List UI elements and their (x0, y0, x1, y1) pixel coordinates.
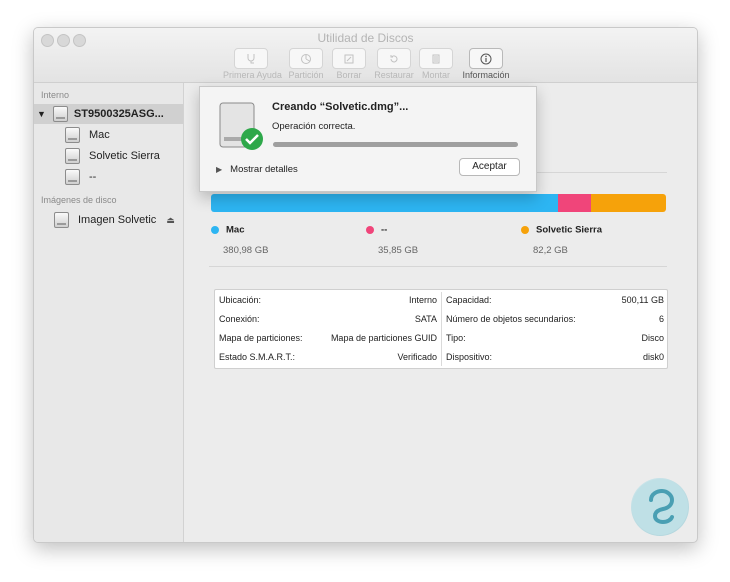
disclosure-triangle-icon[interactable]: ▶ (216, 165, 222, 174)
info-button[interactable]: Información (458, 48, 514, 80)
sidebar-section-internal: Interno (41, 90, 70, 100)
progress-sheet: Creando “Solvetic.dmg”... Operación corr… (199, 86, 537, 192)
title-bar: Utilidad de Discos Primera Ayuda Partici… (34, 28, 697, 83)
legend-item-mac: Mac 380,98 GB (211, 221, 268, 256)
info-label: Tipo: (446, 332, 466, 343)
info-label: Información (462, 70, 510, 80)
mount-label: Montar (421, 70, 450, 80)
info-row: Tipo: Disco (442, 328, 668, 347)
usage-bar (211, 194, 666, 212)
legend-item-solvetic-sierra: Solvetic Sierra 82,2 GB (521, 221, 602, 256)
progress-bar (273, 142, 518, 147)
volume-icon (65, 127, 80, 143)
eject-icon[interactable]: ⏏ (166, 215, 175, 226)
sidebar-item-disk-image[interactable]: Imagen Solvetic ⏏ (34, 210, 183, 230)
info-row: Capacidad: 500,11 GB (442, 290, 668, 309)
info-label: Conexión: (219, 313, 260, 324)
info-value: disk0 (642, 351, 664, 362)
info-value: Interno (408, 294, 437, 305)
first-aid-label: Primera Ayuda (223, 70, 282, 80)
sheet-title: Creando “Solvetic.dmg”... (272, 101, 409, 113)
sidebar-section-disk-images: Imágenes de disco (41, 195, 117, 205)
info-value: SATA (414, 313, 437, 324)
info-table: Ubicación: Interno Conexión: SATA Mapa de … (214, 289, 668, 369)
show-details-label: Mostrar detalles (230, 164, 298, 175)
info-value: Mapa de particiones GUID (330, 332, 437, 343)
info-label: Número de objetos secundarios: (446, 313, 576, 324)
legend-name: -- (381, 224, 388, 236)
sidebar-item-disk[interactable]: ▼ ST9500325ASG... (34, 104, 183, 124)
legend-size: 82,2 GB (533, 245, 568, 256)
info-value: 6 (658, 313, 664, 324)
disk-image-icon (54, 212, 69, 228)
sidebar-item-volume-mac[interactable]: Mac (34, 125, 183, 145)
info-label: Ubicación: (219, 294, 262, 305)
solvetic-logo (631, 478, 689, 536)
volume-label: Mac (89, 129, 110, 141)
disk-image-success-icon (219, 102, 263, 150)
sidebar-item-volume-solvetic-sierra[interactable]: Solvetic Sierra (34, 146, 183, 166)
volume-icon (65, 148, 80, 164)
legend-dot (211, 225, 219, 234)
legend-dot (521, 225, 529, 234)
sidebar: Interno ▼ ST9500325ASG... Mac Solvetic S… (34, 83, 184, 542)
info-value: 500,11 GB (621, 294, 664, 305)
info-value: Disco (641, 332, 664, 343)
info-value: Verificado (397, 351, 437, 362)
info-icon (480, 53, 492, 64)
usage-segment (211, 194, 559, 212)
window-title: Utilidad de Discos (317, 31, 414, 45)
info-column-left: Ubicación: Interno Conexión: SATA Mapa de … (215, 290, 441, 368)
volume-label: -- (89, 171, 97, 183)
legend-size: 380,98 GB (223, 245, 269, 256)
divider (209, 266, 667, 267)
info-row: Dispositivo: disk0 (442, 347, 668, 366)
stethoscope-icon (247, 53, 255, 63)
accept-button[interactable]: Aceptar (459, 158, 520, 176)
usage-segment (591, 194, 666, 212)
info-row: Mapa de particiones: Mapa de particiones … (215, 328, 441, 347)
volume-icon (65, 169, 80, 185)
disk-utility-window: Utilidad de Discos Primera Ayuda Partici… (33, 27, 698, 543)
info-row: Ubicación: Interno (215, 290, 441, 309)
mount-button[interactable]: Montar (408, 48, 464, 80)
info-label: Mapa de particiones: (219, 332, 303, 343)
info-label: Estado S.M.A.R.T.: (219, 351, 296, 362)
pie-chart-icon (301, 53, 311, 64)
sidebar-item-volume-dashes[interactable]: -- (34, 167, 183, 187)
info-label: Capacidad: (446, 294, 492, 305)
disclosure-triangle-icon[interactable]: ▼ (37, 109, 46, 119)
show-details-toggle[interactable]: ▶ Mostrar detalles (216, 164, 298, 175)
info-row: Número de objetos secundarios: 6 (442, 309, 668, 328)
legend-name: Solvetic Sierra (536, 224, 603, 236)
restore-icon (390, 54, 398, 62)
first-aid-button[interactable]: Primera Ayuda (223, 48, 282, 80)
mount-icon (432, 54, 440, 63)
info-row: Estado S.M.A.R.T.: Verificado (215, 347, 441, 366)
info-column-right: Capacidad: 500,11 GB Número de objetos se… (442, 290, 668, 368)
disk-image-label: Imagen Solvetic (78, 214, 157, 226)
legend-item-dashes: -- 35,85 GB (366, 221, 418, 256)
usage-segment (558, 194, 592, 212)
legend-size: 35,85 GB (378, 245, 419, 256)
legend-name: Mac (226, 224, 245, 236)
legend-dot (366, 225, 374, 234)
info-row: Conexión: SATA (215, 309, 441, 328)
info-label: Dispositivo: (446, 351, 493, 362)
volume-label: Solvetic Sierra (89, 150, 160, 162)
hard-drive-icon (52, 106, 68, 122)
eraser-icon (344, 54, 354, 63)
disk-name: ST9500325ASG... (73, 108, 164, 120)
sheet-status: Operación correcta. (272, 121, 356, 132)
